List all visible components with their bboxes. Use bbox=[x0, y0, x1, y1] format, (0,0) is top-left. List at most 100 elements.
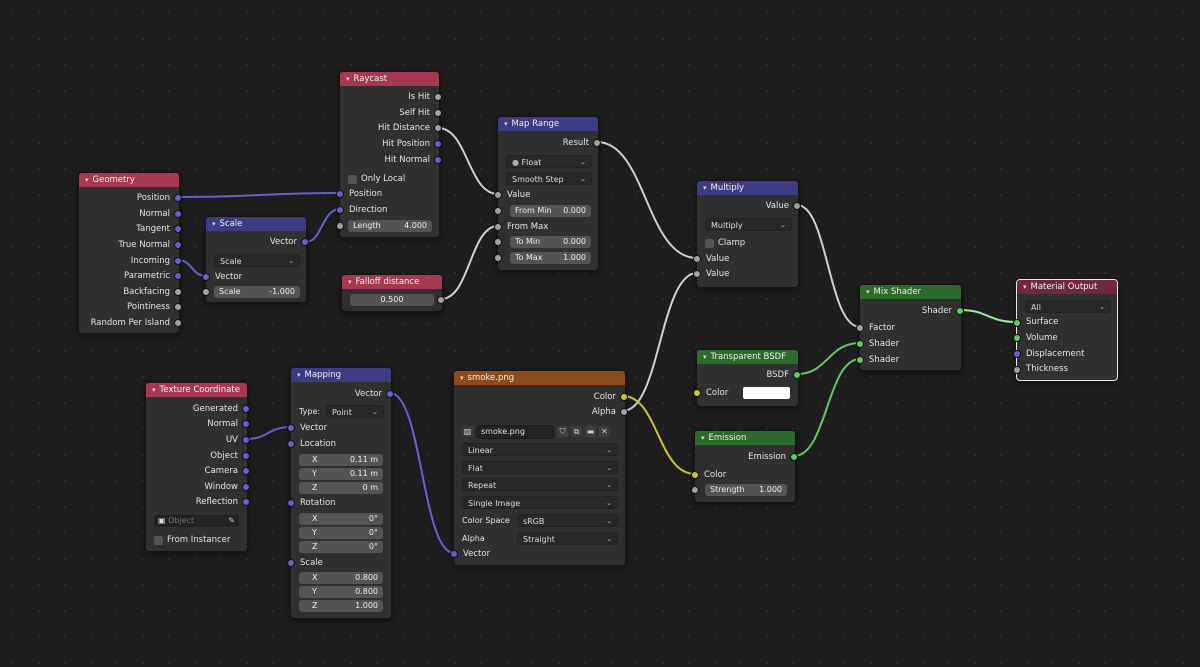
rotation-x-field[interactable]: X 0° bbox=[299, 513, 383, 525]
color-space-dropdown[interactable]: sRGB ⌄ bbox=[517, 514, 618, 527]
emission-node[interactable]: ▾ Emission Emission Color Strength 1.000 bbox=[694, 430, 796, 503]
socket-raycast-is-hit[interactable] bbox=[434, 93, 442, 101]
socket-scale-in[interactable] bbox=[202, 273, 210, 281]
strength-field[interactable]: Strength 1.000 bbox=[705, 484, 787, 496]
interpolation-dropdown[interactable]: Smooth Step ⌄ bbox=[506, 172, 592, 185]
socket-falloff-out[interactable] bbox=[437, 296, 445, 304]
socket-maprange-result[interactable] bbox=[593, 139, 601, 147]
scale-z-field[interactable]: Z 1.000 bbox=[299, 600, 383, 612]
to-min-field[interactable]: To Min 0.000 bbox=[510, 236, 591, 248]
socket-maprange-from-max[interactable] bbox=[494, 223, 502, 231]
socket-multiply-out[interactable] bbox=[793, 202, 801, 210]
socket-geometry-backfacing[interactable] bbox=[174, 288, 182, 296]
socket-geometry-incoming[interactable] bbox=[174, 257, 182, 265]
geometry-node[interactable]: ▾ Geometry Position Normal Tangent True N… bbox=[78, 172, 180, 334]
collapse-chevron-icon[interactable]: ▾ bbox=[701, 431, 705, 445]
collapse-chevron-icon[interactable]: ▾ bbox=[1023, 280, 1027, 294]
interpolation-dropdown[interactable]: Linear ⌄ bbox=[462, 443, 618, 456]
image-texture-node[interactable]: ▾ smoke.png Color Alpha ▨ smoke.png ⛉ ⧉ ▬… bbox=[453, 370, 626, 566]
from-min-field[interactable]: From Min 0.000 bbox=[510, 205, 591, 217]
material-output-node[interactable]: ▾ Material Output All ⌄ Surface Volume Dis… bbox=[1016, 279, 1118, 381]
collapse-chevron-icon[interactable]: ▾ bbox=[85, 173, 89, 187]
socket-emission-color[interactable] bbox=[691, 471, 699, 479]
socket-mix-out[interactable] bbox=[956, 307, 964, 315]
collapse-chevron-icon[interactable]: ▾ bbox=[460, 371, 464, 385]
operation-dropdown[interactable]: Scale ⌄ bbox=[214, 254, 300, 267]
only-local-checkbox[interactable]: Only Local bbox=[348, 173, 405, 185]
socket-geometry-random[interactable] bbox=[174, 319, 182, 327]
duplicate-icon[interactable]: ⧉ bbox=[571, 426, 582, 437]
collapse-chevron-icon[interactable]: ▾ bbox=[348, 275, 352, 289]
checkbox-box[interactable] bbox=[154, 535, 163, 545]
clamp-checkbox[interactable]: Clamp bbox=[705, 237, 745, 249]
falloff-value-field[interactable]: 0.500 bbox=[350, 294, 434, 306]
socket-mix-shader2[interactable] bbox=[856, 356, 864, 364]
scale-field[interactable]: Scale -1.000 bbox=[214, 286, 300, 298]
socket-output-volume[interactable] bbox=[1013, 334, 1021, 342]
socket-maprange-value[interactable] bbox=[494, 191, 502, 199]
socket-texcoord-reflection[interactable] bbox=[242, 498, 250, 506]
object-field[interactable]: ▣ Object ✎ bbox=[154, 515, 239, 527]
socket-raycast-direction[interactable] bbox=[336, 206, 344, 214]
location-z-field[interactable]: Z 0 m bbox=[299, 482, 383, 494]
socket-texcoord-object[interactable] bbox=[242, 452, 250, 460]
socket-emission-out[interactable] bbox=[790, 453, 798, 461]
socket-raycast-position[interactable] bbox=[336, 190, 344, 198]
socket-output-surface[interactable] bbox=[1013, 319, 1021, 327]
socket-maprange-to-min[interactable] bbox=[494, 238, 502, 246]
length-field[interactable]: Length 4.000 bbox=[348, 220, 432, 232]
scale-x-field[interactable]: X 0.800 bbox=[299, 572, 383, 584]
projection-dropdown[interactable]: Flat ⌄ bbox=[462, 461, 618, 474]
socket-transparent-color[interactable] bbox=[693, 389, 701, 397]
socket-texcoord-camera[interactable] bbox=[242, 467, 250, 475]
node-header[interactable]: ▾ Raycast bbox=[340, 72, 439, 86]
shield-icon[interactable]: ⛉ bbox=[557, 426, 568, 437]
node-header[interactable]: ▾ Falloff distance bbox=[342, 275, 442, 289]
socket-geometry-position[interactable] bbox=[174, 194, 182, 202]
collapse-chevron-icon[interactable]: ▾ bbox=[703, 181, 707, 195]
node-header[interactable]: ▾ Mapping bbox=[291, 368, 391, 382]
node-header[interactable]: ▾ Geometry bbox=[79, 173, 179, 187]
image-filename[interactable]: smoke.png bbox=[476, 424, 554, 439]
node-header[interactable]: ▾ Scale bbox=[206, 217, 306, 231]
image-selector[interactable]: ▨ smoke.png ⛉ ⧉ ▬ ✕ bbox=[462, 424, 610, 439]
socket-geometry-true-normal[interactable] bbox=[174, 241, 182, 249]
socket-raycast-hit-distance[interactable] bbox=[434, 124, 442, 132]
rotation-y-field[interactable]: Y 0° bbox=[299, 527, 383, 539]
socket-mapping-vector[interactable] bbox=[287, 424, 295, 432]
texture-coordinate-node[interactable]: ▾ Texture Coordinate Generated Normal UV … bbox=[145, 382, 248, 552]
mix-shader-node[interactable]: ▾ Mix Shader Shader Factor Shader Shader bbox=[859, 284, 962, 371]
collapse-chevron-icon[interactable]: ▾ bbox=[866, 285, 870, 299]
node-header[interactable]: ▾ Material Output bbox=[1017, 280, 1117, 294]
socket-transparent-bsdf[interactable] bbox=[793, 371, 801, 379]
socket-mapping-location[interactable] bbox=[287, 440, 295, 448]
socket-texcoord-normal[interactable] bbox=[242, 420, 250, 428]
collapse-chevron-icon[interactable]: ▾ bbox=[346, 72, 350, 86]
socket-image-vector[interactable] bbox=[450, 550, 458, 558]
socket-scale-scale[interactable] bbox=[202, 288, 210, 296]
data-type-dropdown[interactable]: ● Float ⌄ bbox=[506, 155, 592, 168]
socket-texcoord-uv[interactable] bbox=[242, 436, 250, 444]
node-header[interactable]: ▾ Multiply bbox=[697, 181, 798, 195]
location-x-field[interactable]: X 0.11 m bbox=[299, 454, 383, 466]
socket-mapping-rotation[interactable] bbox=[287, 499, 295, 507]
socket-output-displacement[interactable] bbox=[1013, 350, 1021, 358]
socket-mix-shader1[interactable] bbox=[856, 340, 864, 348]
socket-maprange-to-max[interactable] bbox=[494, 254, 502, 262]
node-header[interactable]: ▾ Emission bbox=[695, 431, 795, 445]
alpha-mode-dropdown[interactable]: Straight ⌄ bbox=[517, 532, 618, 545]
node-header[interactable]: ▾ Mix Shader bbox=[860, 285, 961, 299]
socket-multiply-in2[interactable] bbox=[693, 270, 701, 278]
node-header[interactable]: ▾ smoke.png bbox=[454, 371, 625, 385]
socket-emission-strength[interactable] bbox=[691, 486, 699, 494]
operation-dropdown[interactable]: Multiply ⌄ bbox=[705, 218, 792, 231]
type-dropdown[interactable]: Point ⌄ bbox=[326, 405, 384, 418]
to-max-field[interactable]: To Max 1.000 bbox=[510, 252, 591, 264]
mapping-node[interactable]: ▾ Mapping Vector Type: Point ⌄ Vector Loca… bbox=[290, 367, 392, 619]
socket-geometry-pointiness[interactable] bbox=[174, 303, 182, 311]
collapse-chevron-icon[interactable]: ▾ bbox=[504, 117, 508, 131]
socket-texcoord-generated[interactable] bbox=[242, 405, 250, 413]
socket-mix-factor[interactable] bbox=[856, 324, 864, 332]
transparent-bsdf-node[interactable]: ▾ Transparent BSDF BSDF Color bbox=[696, 349, 799, 407]
map-range-node[interactable]: ▾ Map Range Result ● Float ⌄ Smooth Step ⌄ … bbox=[497, 116, 599, 271]
